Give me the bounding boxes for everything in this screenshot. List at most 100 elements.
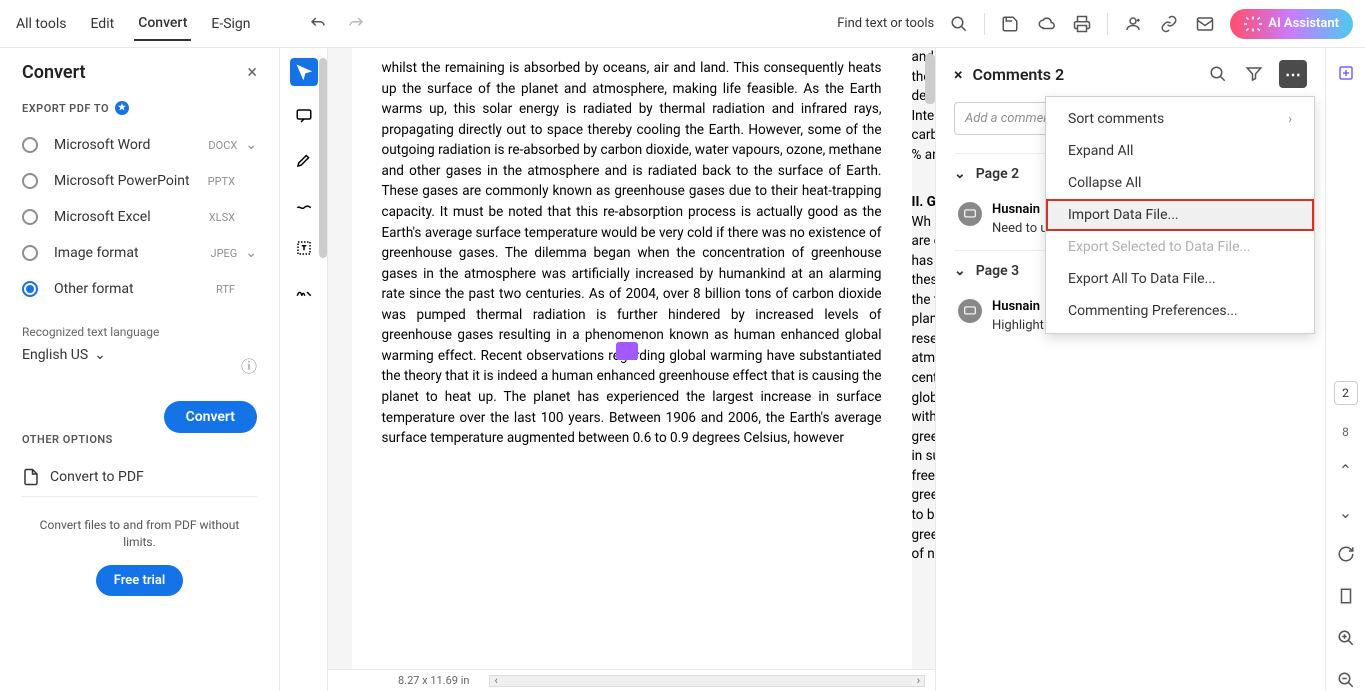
radio-icon (22, 173, 38, 189)
menu-item-2[interactable]: Collapse All (1046, 167, 1314, 199)
rotate-icon[interactable] (1335, 543, 1357, 565)
total-pages: 8 (1342, 425, 1349, 439)
tab-convert[interactable]: Convert (134, 7, 191, 41)
menu-item-4: Export Selected to Data File... (1046, 231, 1314, 263)
sign-tool-icon[interactable] (290, 278, 318, 306)
text-select-icon[interactable] (290, 234, 318, 262)
free-trial-button[interactable]: Free trial (96, 565, 184, 596)
panel-title: Convert (22, 62, 86, 83)
page-number-input[interactable]: 2 (1334, 381, 1358, 405)
convert-panel: Convert × EXPORT PDF TO ★ Microsoft Word… (0, 48, 280, 691)
menu-item-5[interactable]: Export All To Data File... (1046, 263, 1314, 295)
menu-item-0[interactable]: Sort comments› (1046, 103, 1314, 135)
other-options-header: OTHER OPTIONS (22, 433, 257, 446)
export-format: PPTX (208, 175, 235, 188)
menu-item-3[interactable]: Import Data File... (1046, 199, 1314, 231)
comments-title: Comments (973, 65, 1051, 84)
convert-button[interactable]: Convert (164, 401, 257, 433)
radio-icon (22, 137, 38, 153)
chevron-down-icon: ⌄ (245, 137, 257, 153)
export-label: Other format (54, 281, 216, 297)
mail-icon[interactable] (1194, 13, 1216, 35)
sparkle-icon[interactable] (1335, 62, 1357, 84)
export-label: Microsoft Excel (54, 209, 209, 225)
print-icon[interactable] (1071, 13, 1093, 35)
menu-item-1[interactable]: Expand All (1046, 135, 1314, 167)
side-toolbar (280, 48, 328, 691)
ai-assistant-button[interactable]: AI Assistant (1230, 9, 1353, 39)
toolbar-left-group: All tools Edit Convert E-Sign (12, 7, 367, 41)
export-label: Image format (54, 245, 211, 261)
document-page: whilst the remaining is absorbed by ocea… (352, 48, 912, 669)
top-toolbar: All tools Edit Convert E-Sign Find text … (0, 0, 1365, 48)
search-icon[interactable] (948, 13, 970, 35)
export-option-0[interactable]: Microsoft Word DOCX ⌄ (22, 127, 257, 163)
ai-assistant-label: AI Assistant (1268, 16, 1339, 31)
page-down-icon[interactable]: ⌄ (1335, 501, 1357, 523)
menu-item-6[interactable]: Commenting Preferences... (1046, 295, 1314, 327)
language-selector[interactable]: English US ⌄ (22, 347, 106, 363)
scroll-left-icon[interactable]: ‹ (494, 674, 497, 687)
page-view[interactable]: whilst the remaining is absorbed by ocea… (328, 48, 935, 669)
chevron-right-icon: › (1288, 112, 1292, 126)
vertical-scrollbar[interactable] (925, 54, 935, 104)
comments-panel: × Comments 2 ⋯ Add a comment ⌄Page 2 Hus… (935, 48, 1365, 691)
more-options-button[interactable]: ⋯ (1279, 60, 1307, 88)
draw-tool-icon[interactable] (290, 190, 318, 218)
export-label: Microsoft Word (54, 137, 208, 153)
zoom-in-icon[interactable] (1335, 627, 1357, 649)
export-option-4[interactable]: Other format RTF (22, 271, 257, 307)
filter-icon[interactable] (1243, 63, 1265, 85)
chevron-down-icon: ⌄ (245, 245, 257, 261)
fit-page-icon[interactable] (1335, 585, 1357, 607)
page-dimensions: 8.27 x 11.69 in (398, 674, 469, 687)
document-column-2: and otthesedecadeIntergocarbon% and II. … (912, 48, 936, 565)
radio-icon (22, 245, 38, 261)
cursor-tool-icon[interactable] (290, 58, 318, 86)
tab-esign[interactable]: E-Sign (207, 8, 254, 40)
lang-label: Recognized text language (22, 325, 257, 339)
cloud-icon[interactable] (1035, 13, 1057, 35)
side-scrollbar[interactable] (319, 58, 327, 258)
zoom-out-icon[interactable] (1335, 669, 1357, 691)
export-format: XLSX (209, 211, 235, 224)
comment-author: Husnain (992, 299, 1040, 314)
chevron-down-icon: ⌄ (954, 263, 966, 279)
highlight-tool-icon[interactable] (290, 146, 318, 174)
tab-all-tools[interactable]: All tools (12, 8, 70, 40)
right-sidebar: 2 8 ⌃ ⌄ (1325, 48, 1365, 691)
scroll-right-icon[interactable]: › (917, 674, 920, 687)
avatar (958, 299, 982, 323)
export-option-3[interactable]: Image format JPEG ⌄ (22, 235, 257, 271)
comment-marker-icon[interactable] (616, 342, 638, 360)
radio-icon (22, 209, 38, 225)
help-icon[interactable]: ⓘ (241, 353, 257, 377)
promo-text: Convert files to and from PDF without li… (22, 517, 257, 551)
export-option-1[interactable]: Microsoft PowerPoint PPTX (22, 163, 257, 199)
export-label: Microsoft PowerPoint (54, 173, 208, 189)
comments-options-menu: Sort comments›Expand AllCollapse AllImpo… (1045, 96, 1315, 334)
export-format: JPEG (211, 247, 238, 260)
export-option-2[interactable]: Microsoft Excel XLSX (22, 199, 257, 235)
search-comments-icon[interactable] (1207, 63, 1229, 85)
close-comments-icon[interactable]: × (954, 65, 963, 84)
pdf-icon (22, 468, 40, 486)
comment-tool-icon[interactable] (290, 102, 318, 130)
convert-to-pdf-row[interactable]: Convert to PDF (22, 458, 257, 497)
tab-edit[interactable]: Edit (86, 8, 118, 40)
undo-icon[interactable] (307, 13, 329, 35)
redo-icon[interactable] (345, 13, 367, 35)
chevron-down-icon: ⌄ (954, 166, 966, 182)
link-icon[interactable] (1158, 13, 1180, 35)
share-user-icon[interactable] (1122, 13, 1144, 35)
toolbar-right-group: Find text or tools AI Assistant (837, 9, 1353, 39)
avatar (958, 202, 982, 226)
save-icon[interactable] (999, 13, 1021, 35)
status-bar: 8.27 x 11.69 in ‹ › (328, 669, 935, 691)
page-up-icon[interactable]: ⌃ (1335, 459, 1357, 481)
comments-count: 2 (1055, 65, 1064, 84)
export-format: DOCX (208, 139, 237, 152)
close-icon[interactable]: × (247, 62, 257, 83)
horizontal-scrollbar[interactable]: ‹ › (489, 675, 925, 687)
radio-icon (22, 281, 38, 297)
